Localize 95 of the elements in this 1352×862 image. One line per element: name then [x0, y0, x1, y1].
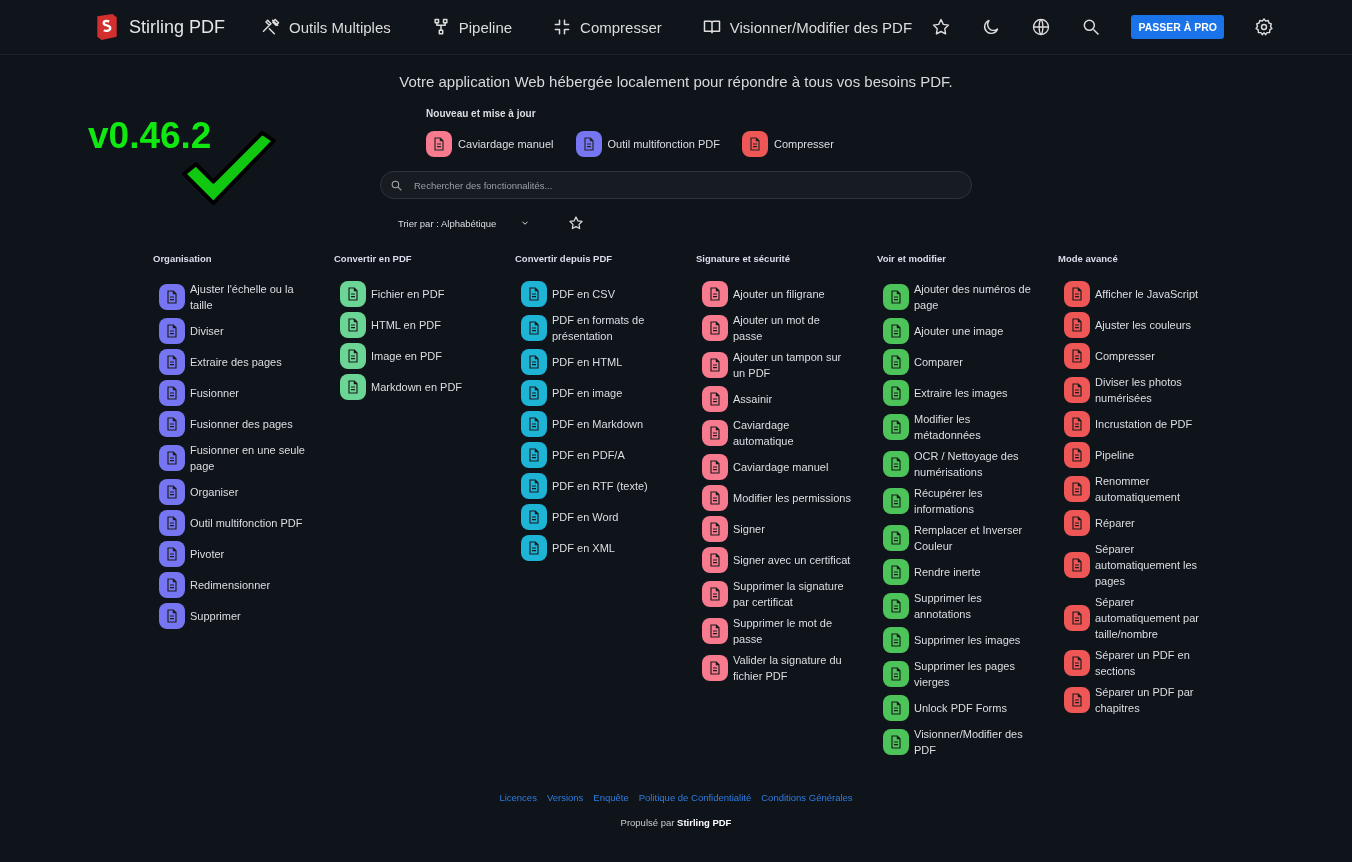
tool-link[interactable]: PDF en XML — [515, 535, 696, 561]
tool-link[interactable]: Diviser les photos numérisées — [1058, 374, 1239, 406]
tool-link[interactable]: Pipeline — [1058, 442, 1239, 468]
tool-link[interactable]: Fusionner — [153, 380, 334, 406]
tool-link[interactable]: Récupérer les informations — [877, 485, 1058, 517]
nav-link[interactable]: Compresser — [552, 17, 662, 37]
tool-link[interactable]: Extraire des pages — [153, 349, 334, 375]
featured-tool-link[interactable]: Caviardage manuel — [426, 131, 554, 157]
tool-link[interactable]: HTML en PDF — [334, 312, 515, 338]
tool-link[interactable]: PDF en PDF/A — [515, 442, 696, 468]
tool-link[interactable]: Remplacer et Inverser Couleur — [877, 522, 1058, 554]
tool-link[interactable]: Ajouter des numéros de page — [877, 281, 1058, 313]
tool-link[interactable]: OCR / Nettoyage des numérisations — [877, 448, 1058, 480]
tool-link[interactable]: Fusionner des pages — [153, 411, 334, 437]
tool-link[interactable]: Modifier les permissions — [696, 485, 877, 511]
globe-icon[interactable] — [1031, 17, 1052, 37]
tool-link[interactable]: Markdown en PDF — [334, 374, 515, 400]
category-heading: Voir et modifier — [877, 253, 947, 264]
tools-icon — [261, 17, 282, 37]
tool-link[interactable]: Supprimer la signature par certificat — [696, 578, 877, 610]
tool-link[interactable]: Valider la signature du fichier PDF — [696, 652, 877, 684]
tool-link[interactable]: Comparer — [877, 349, 1058, 375]
footer-link[interactable]: Licences — [499, 792, 537, 803]
tool-link[interactable]: PDF en Markdown — [515, 411, 696, 437]
tool-link[interactable]: Signer — [696, 516, 877, 542]
category-heading: Convertir en PDF — [334, 253, 413, 264]
tool-link[interactable]: Renommer automatiquement — [1058, 473, 1239, 505]
tool-link[interactable]: Caviardage automatique — [696, 417, 877, 449]
tool-link[interactable]: Compresser — [1058, 343, 1239, 369]
tool-link[interactable]: Modifier les métadonnées — [877, 411, 1058, 443]
tool-link[interactable]: Séparer automatiquement par taille/nombre — [1058, 594, 1239, 642]
tool-link[interactable]: Image en PDF — [334, 343, 515, 369]
settings-icon[interactable] — [1254, 17, 1274, 37]
tool-link[interactable]: Assainir — [696, 386, 877, 412]
star-icon[interactable] — [568, 215, 585, 231]
tool-link[interactable]: Séparer automatiquement les pages — [1058, 541, 1239, 589]
tool-link[interactable]: Extraire les images — [877, 380, 1058, 406]
tool-link[interactable]: Supprimer les images — [877, 627, 1058, 653]
tool-link[interactable]: Ajuster les couleurs — [1058, 312, 1239, 338]
tool-link[interactable]: Afficher le JavaScript — [1058, 281, 1239, 307]
logo-icon — [94, 13, 120, 41]
sort-dropdown[interactable]: Trier par : Alphabétique — [398, 217, 531, 229]
tool-link[interactable]: Unlock PDF Forms — [877, 695, 1058, 721]
tool-link[interactable]: Signer avec un certificat — [696, 547, 877, 573]
nav-link[interactable]: Outils Multiples — [261, 17, 391, 37]
tool-link[interactable]: Supprimer — [153, 603, 334, 629]
footer-link[interactable]: Enquête — [593, 792, 629, 803]
nav-link[interactable]: Pipeline — [430, 17, 513, 37]
tool-link[interactable]: Ajouter un mot de passe — [696, 312, 877, 344]
tool-link[interactable]: PDF en formats de présentation — [515, 312, 696, 344]
tool-link[interactable]: PDF en HTML — [515, 349, 696, 375]
tool-link[interactable]: Diviser — [153, 318, 334, 344]
tool-link[interactable]: Redimensionner — [153, 572, 334, 598]
tool-link[interactable]: Réparer — [1058, 510, 1239, 536]
tool-link[interactable]: Supprimer les annotations — [877, 590, 1058, 622]
featured-tool-link[interactable]: Compresser — [742, 131, 834, 157]
tool-link[interactable]: Visionner/Modifier des PDF — [877, 726, 1058, 758]
credit-text: Propulsé par Stirling PDF — [620, 817, 732, 828]
section-title: Nouveau et mise à jour — [426, 108, 537, 119]
tool-link[interactable]: Rendre inerte — [877, 559, 1058, 585]
search-field[interactable]: Rechercher des fonctionnalités... — [380, 171, 972, 199]
brand-name[interactable]: Stirling PDF — [129, 16, 226, 38]
tool-link[interactable]: Fichier en PDF — [334, 281, 515, 307]
tool-link[interactable]: PDF en Word — [515, 504, 696, 530]
tool-link[interactable]: Ajouter une image — [877, 318, 1058, 344]
category-heading: Convertir depuis PDF — [515, 253, 614, 264]
tool-link[interactable]: Fusionner en une seule page — [153, 442, 334, 474]
category-heading: Mode avancé — [1058, 253, 1119, 264]
footer-link[interactable]: Politique de Confidentialité — [638, 792, 752, 803]
footer-link[interactable]: Versions — [546, 792, 584, 803]
tool-link[interactable]: Incrustation de PDF — [1058, 411, 1239, 437]
search-icon[interactable] — [1081, 17, 1102, 37]
featured-tool-link[interactable]: Outil multifonction PDF — [575, 131, 720, 157]
tool-link[interactable]: PDF en image — [515, 380, 696, 406]
version-label: v0.46.2 — [88, 115, 212, 157]
tool-link[interactable]: Caviardage manuel — [696, 454, 877, 480]
nav-link[interactable]: Visionner/Modifier des PDF — [701, 17, 913, 37]
tool-link[interactable]: Ajuster l'échelle ou la taille — [153, 281, 334, 313]
tool-link[interactable]: Ajouter un filigrane — [696, 281, 877, 307]
tagline: Votre application Web hébergée localement pour répondre à tous vos besoins PDF. — [399, 73, 953, 90]
tool-link[interactable]: Supprimer les pages vierges — [877, 658, 1058, 690]
tool-link[interactable]: Pivoter — [153, 541, 334, 567]
category-heading: Signature et sécurité — [696, 253, 791, 264]
tool-link[interactable]: Organiser — [153, 479, 334, 505]
pro-button[interactable]: PASSER À PRO — [1131, 15, 1224, 39]
star-icon[interactable] — [931, 17, 952, 37]
tool-link[interactable]: PDF en RTF (texte) — [515, 473, 696, 499]
tool-link[interactable]: Outil multifonction PDF — [153, 510, 334, 536]
tool-link[interactable]: Ajouter un tampon sur un PDF — [696, 349, 877, 381]
category-heading: Organisation — [153, 253, 213, 264]
tool-link[interactable]: Séparer un PDF en sections — [1058, 647, 1239, 679]
tool-link[interactable]: PDF en CSV — [515, 281, 696, 307]
tool-link[interactable]: Séparer un PDF par chapitres — [1058, 684, 1239, 716]
footer-link[interactable]: Conditions Générales — [761, 792, 853, 803]
tool-link[interactable]: Supprimer le mot de passe — [696, 615, 877, 647]
